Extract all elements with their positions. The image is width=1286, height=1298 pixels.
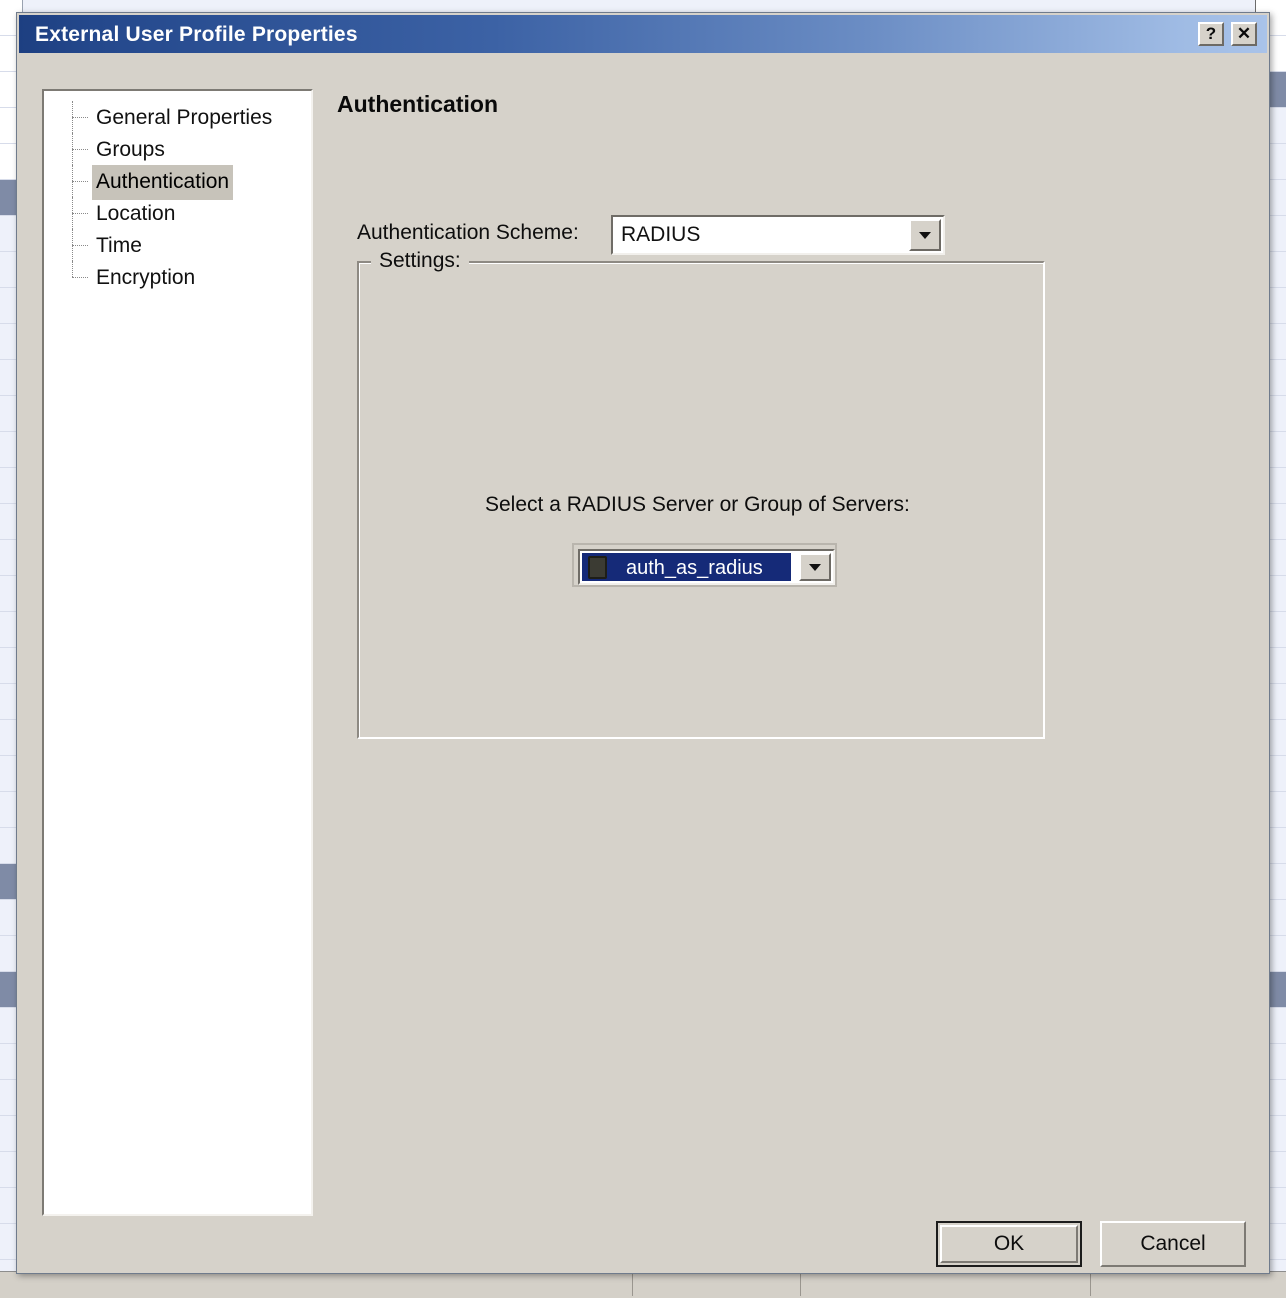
external-user-profile-properties-dialog: External User Profile Properties ? ✕ Gen…	[16, 12, 1270, 1274]
help-icon[interactable]: ?	[1198, 22, 1224, 46]
close-icon[interactable]: ✕	[1231, 22, 1257, 46]
tree-branch-dash	[72, 117, 88, 118]
tree-item-location[interactable]: Location	[44, 197, 311, 229]
dialog-title-bar[interactable]: External User Profile Properties ? ✕	[19, 15, 1267, 53]
chevron-down-icon[interactable]	[799, 553, 831, 581]
tree-item-general-properties[interactable]: General Properties	[44, 101, 311, 133]
authentication-scheme-value: RADIUS	[621, 223, 700, 247]
cancel-button[interactable]: Cancel	[1100, 1221, 1246, 1267]
authentication-scheme-select[interactable]: RADIUS	[611, 215, 945, 255]
tree-item-time[interactable]: Time	[44, 229, 311, 261]
tree-item-authentication[interactable]: Authentication	[44, 165, 311, 197]
chevron-down-icon[interactable]	[909, 219, 941, 251]
tree-stem	[72, 261, 73, 277]
ok-button[interactable]: OK	[936, 1221, 1082, 1267]
authentication-scheme-label: Authentication Scheme:	[357, 221, 579, 245]
page-title: Authentication	[337, 91, 498, 118]
tree-item-groups[interactable]: Groups	[44, 133, 311, 165]
tree-item-label: Location	[92, 197, 179, 232]
background-status-bar	[0, 1271, 1286, 1298]
tree-branch-dash	[72, 149, 88, 150]
tree-branch-dash	[72, 277, 88, 278]
tree-item-label: General Properties	[92, 101, 276, 136]
tree-item-label: Encryption	[92, 261, 199, 296]
tree-item-label: Time	[92, 229, 146, 264]
settings-group-label: Settings:	[371, 249, 469, 273]
dialog-body: General Properties Groups Authentication…	[19, 53, 1267, 1271]
ok-button-label: OK	[940, 1225, 1078, 1263]
select-radius-server-label: Select a RADIUS Server or Group of Serve…	[485, 493, 910, 517]
dialog-title: External User Profile Properties	[35, 23, 358, 47]
server-list-icon	[588, 556, 607, 579]
radius-server-selected-item: auth_as_radius	[582, 553, 791, 581]
settings-navigation-tree[interactable]: General Properties Groups Authentication…	[42, 89, 313, 1216]
tree-item-encryption[interactable]: Encryption	[44, 261, 311, 293]
tree-branch-dash	[72, 213, 88, 214]
radius-server-select[interactable]: auth_as_radius	[572, 543, 837, 587]
tree-branch-dash	[72, 245, 88, 246]
tree-item-label: Groups	[92, 133, 169, 168]
tree-branch-dash	[72, 181, 88, 182]
radius-server-value: auth_as_radius	[626, 555, 763, 581]
radius-server-select-frame: auth_as_radius	[578, 549, 835, 585]
tree-item-label: Authentication	[92, 165, 233, 200]
